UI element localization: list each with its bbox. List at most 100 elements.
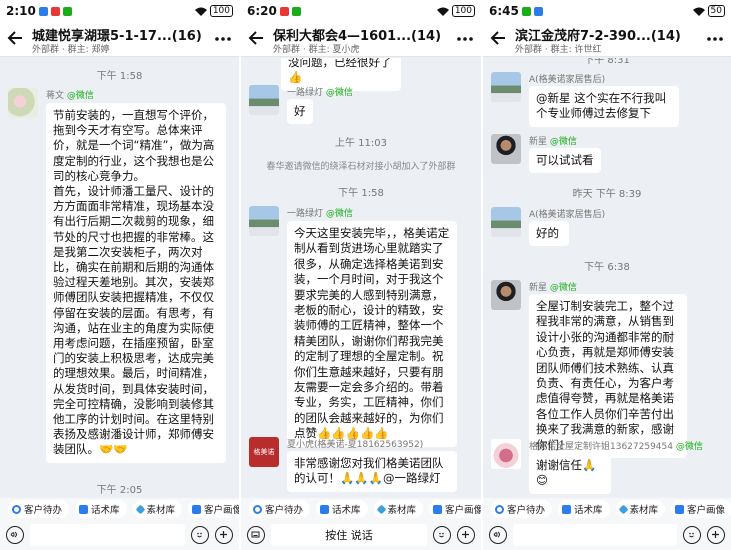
input-bar: 按住 说话 <box>241 520 481 550</box>
script-library-button[interactable]: 话术库 <box>75 500 127 518</box>
avatar[interactable] <box>491 134 521 164</box>
message-bubble[interactable]: 谢谢信任🙏😊 <box>529 453 611 494</box>
more-icon[interactable] <box>457 36 473 42</box>
timestamp: 昨天 下午 8:39 <box>572 189 642 200</box>
script-library-button[interactable]: 话术库 <box>558 500 610 518</box>
voice-icon[interactable] <box>6 526 24 544</box>
customer-todo-button[interactable]: 客户待办 <box>8 500 70 518</box>
app-notification-icon <box>533 6 543 16</box>
timestamp: 下午 2:05 <box>96 485 143 496</box>
sender-name: A(格美诺家居售后) <box>529 210 606 220</box>
message-bubble[interactable]: 全屋订制安装完工，整个过程我非常的满意，从销售到设计小张的沟通都非常的耐心负责，… <box>529 294 687 459</box>
avatar[interactable] <box>249 85 279 115</box>
sender-name: 夏小虎(格美诺-夏18162563952) <box>287 440 424 450</box>
message-bubble[interactable]: 好的 <box>529 221 569 247</box>
status-time: 6:45 <box>489 4 519 18</box>
avatar[interactable]: 格美诺 <box>249 437 279 467</box>
back-arrow-icon[interactable] <box>489 28 509 48</box>
status-bar: 6:45 50 <box>483 0 731 22</box>
customer-todo-button[interactable]: 客户待办 <box>249 500 311 518</box>
avatar[interactable] <box>491 280 521 310</box>
script-library-button[interactable]: 话术库 <box>316 500 368 518</box>
status-time: 2:10 <box>6 4 36 18</box>
avatar[interactable] <box>491 72 521 102</box>
customer-todo-button[interactable]: 客户待办 <box>491 500 553 518</box>
voice-icon[interactable] <box>489 526 507 544</box>
message-bubble[interactable]: 好 <box>287 99 313 125</box>
chat-subtitle: 外部群 · 群主: 夏小虎 <box>273 45 360 55</box>
chat-screen-3: 6:45 50 滨江金茂府7-2-390...(14) 外部群 · 群主: 许世… <box>483 0 731 550</box>
customer-profile-button[interactable]: 客户画像 <box>429 500 481 518</box>
quick-toolbar: 客户待办 话术库 素材库 客户画像 <box>0 498 239 520</box>
chat-header: 保利大都会4—1601...(14) 外部群 · 群主: 夏小虎 <box>241 22 481 57</box>
sender-name: 一路绿灯 @微信 <box>287 88 353 98</box>
message-bubble[interactable]: 今天这里安装完毕，，格美诺定制从看到货进场心里就踏实了很多，从确定选择格美诺到安… <box>287 221 457 447</box>
avatar[interactable] <box>8 88 38 118</box>
plus-icon[interactable] <box>457 526 475 544</box>
emoji-icon[interactable] <box>191 526 209 544</box>
more-icon[interactable] <box>215 36 231 42</box>
hold-to-talk-button[interactable]: 按住 说话 <box>271 524 427 546</box>
status-bar: 2:10 100 <box>0 0 239 22</box>
sender-name: 蒋文 @微信 <box>46 91 94 101</box>
battery-indicator: 100 <box>209 5 233 17</box>
message-input[interactable] <box>30 524 185 546</box>
material-library-button[interactable]: 素材库 <box>615 500 666 518</box>
back-arrow-icon[interactable] <box>6 28 26 48</box>
message-bubble[interactable]: 可以试试看 <box>529 148 601 174</box>
app-notification-icon <box>279 6 289 16</box>
battery-indicator: 100 <box>451 5 475 17</box>
timestamp: 下午 1:58 <box>338 188 384 199</box>
avatar[interactable] <box>491 207 521 237</box>
wifi-icon <box>692 7 705 16</box>
customer-profile-button[interactable]: 客户画像 <box>188 500 239 518</box>
wifi-icon <box>436 7 449 16</box>
message-bubble[interactable]: @新星 这个实在不行我叫个专业师傅过去修复下 <box>529 86 679 127</box>
sender-name: 格美诺全屋定制许姐13627259454 @微信 <box>529 442 703 452</box>
input-bar <box>0 520 239 550</box>
message-list[interactable]: 下午 1:58 蒋文 @微信 节前安装的，一直想写个评价，拖到今天才有空写。总体… <box>0 58 239 498</box>
chat-header: 滨江金茂府7-2-390...(14) 外部群 · 群主: 许世红 <box>483 22 731 57</box>
system-notice: 春华邀请微信的绕泽石材对接小胡加入了外部群 <box>266 162 456 172</box>
plus-icon[interactable] <box>707 526 725 544</box>
status-time: 6:20 <box>247 4 277 18</box>
app-notification-icon <box>50 6 60 16</box>
emoji-icon[interactable] <box>433 526 451 544</box>
avatar[interactable] <box>491 439 521 469</box>
message-bubble[interactable]: 节前安装的，一直想写个评价，拖到今天才有空写。总体来评价，就是一个词“精准”，做… <box>46 103 226 463</box>
chat-screen-2: 6:20 100 保利大都会4—1601...(14) 外部群 · 群主: 夏小… <box>241 0 481 550</box>
back-arrow-icon[interactable] <box>247 28 267 48</box>
chat-header: 城建悦享湖璟5-1-17...(16) 外部群 · 群主: 郑婷 <box>0 22 239 57</box>
quick-toolbar: 客户待办 话术库 素材库 客户画像 <box>241 498 481 520</box>
material-library-button[interactable]: 素材库 <box>132 500 183 518</box>
quick-toolbar: 客户待办 话术库 素材库 客户画像 <box>483 498 731 520</box>
sender-name: 一路绿灯 @微信 <box>287 209 353 219</box>
avatar[interactable] <box>249 206 279 236</box>
sender-name: 新星 @微信 <box>529 137 577 147</box>
message-list[interactable]: 没问题，已经很好了👍 一路绿灯 @微信 好 上午 11:03 春华邀请微信的绕泽… <box>241 58 481 498</box>
message-input[interactable] <box>513 524 677 546</box>
message-list[interactable]: 下午 8:31 A(格美诺家居售后) @新星 这个实在不行我叫个专业师傅过去修复… <box>483 58 731 498</box>
plus-icon[interactable] <box>215 526 233 544</box>
app-notification-icon <box>38 6 48 16</box>
chat-subtitle: 外部群 · 群主: 许世红 <box>515 45 602 55</box>
app-notification-icon <box>521 6 531 16</box>
chat-screen-1: 2:10 100 城建悦享湖璟5-1-17...(16) 外部群 · 群主: 郑… <box>0 0 239 550</box>
timestamp: 下午 1:58 <box>96 71 143 82</box>
chat-subtitle: 外部群 · 群主: 郑婷 <box>32 45 110 55</box>
app-notification-icon <box>62 6 72 16</box>
emoji-icon[interactable] <box>683 526 701 544</box>
sender-name: 新星 @微信 <box>529 283 577 293</box>
timestamp: 下午 8:31 <box>584 58 630 66</box>
app-notification-icon <box>291 6 301 16</box>
input-bar <box>483 520 731 550</box>
more-icon[interactable] <box>707 36 723 42</box>
wifi-icon <box>194 7 207 16</box>
timestamp: 上午 11:03 <box>335 138 387 149</box>
material-library-button[interactable]: 素材库 <box>373 500 424 518</box>
customer-profile-button[interactable]: 客户画像 <box>671 500 731 518</box>
sender-name: A(格美诺家居售后) <box>529 75 606 85</box>
message-bubble[interactable]: 非常感谢您对我们格美诺团队的认可！🙏🙏🙏@一路绿灯 <box>287 451 457 492</box>
battery-indicator: 50 <box>707 5 725 17</box>
keyboard-icon[interactable] <box>247 526 265 544</box>
